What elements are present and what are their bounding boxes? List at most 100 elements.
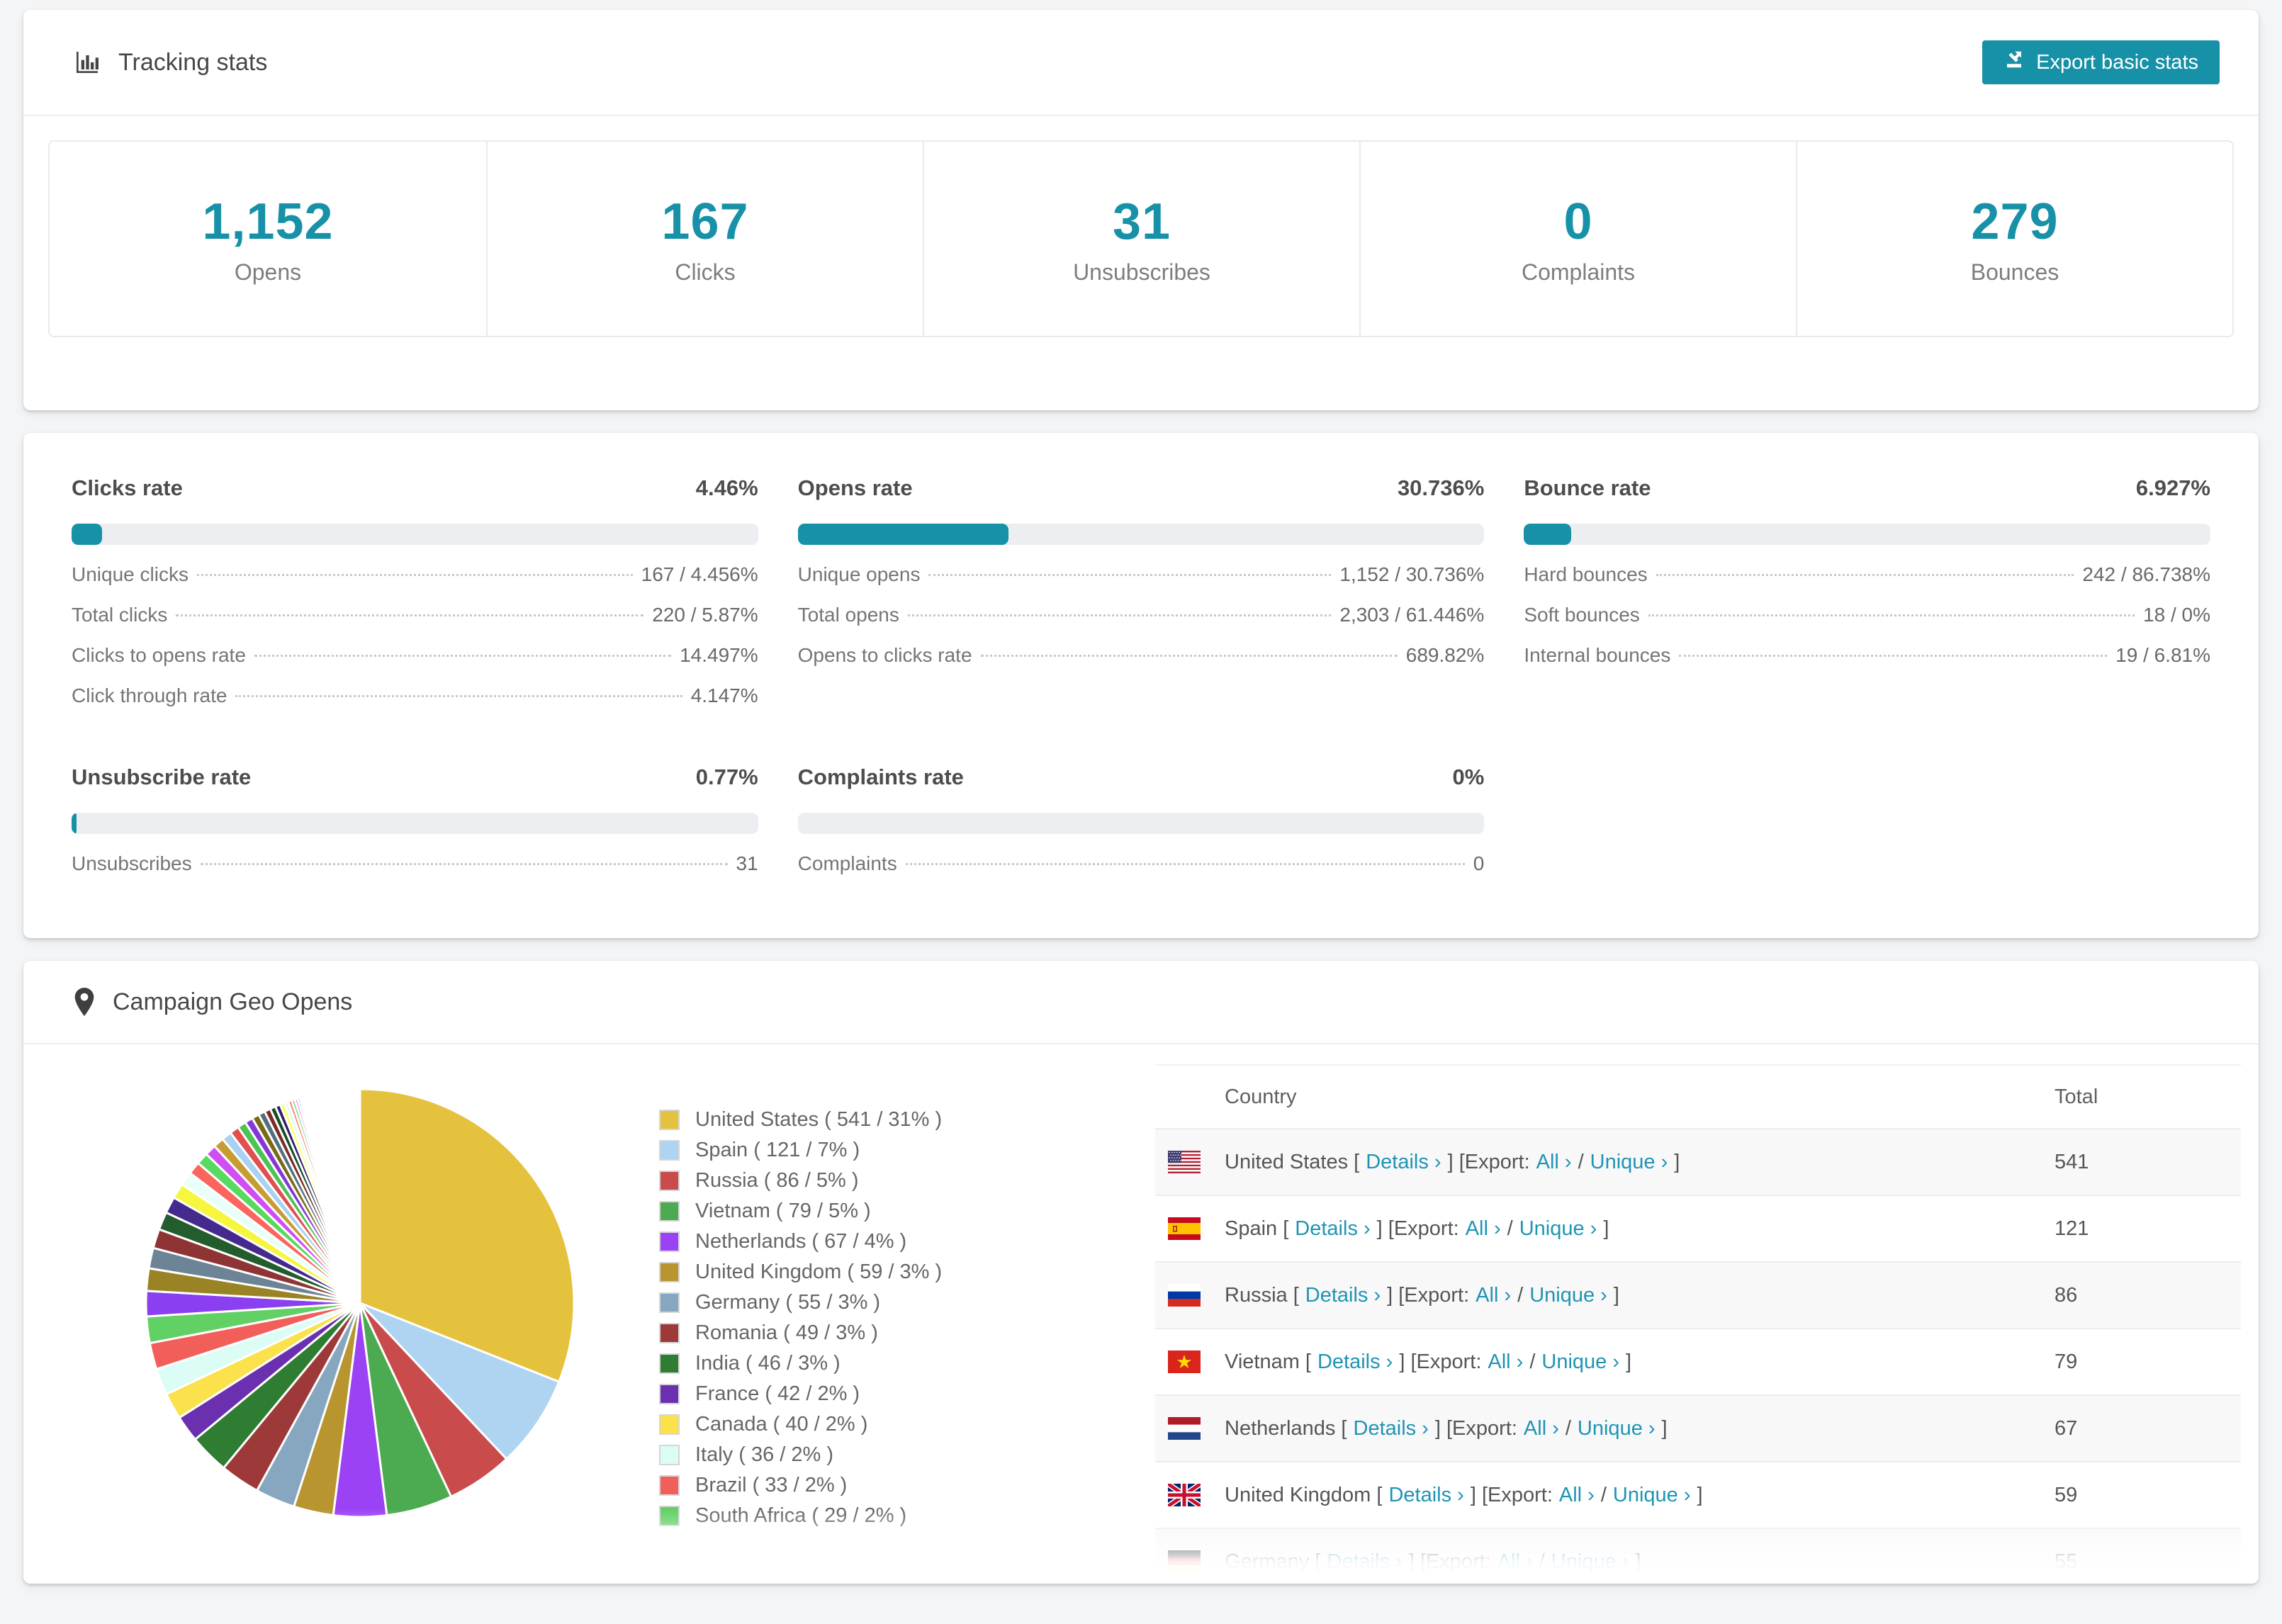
export-unique-link[interactable]: Unique › (1590, 1151, 1668, 1174)
rate-detail-row: Internal bounces 19 / 6.81% (1524, 644, 2210, 684)
details-link[interactable]: Details › (1317, 1350, 1393, 1374)
legend-swatch (659, 1292, 680, 1313)
bar-chart-icon (73, 48, 101, 77)
rate-detail-rows: Unsubscribes 31 (72, 852, 758, 893)
rate-detail-label: Unique opens (797, 563, 921, 585)
export-all-link[interactable]: All › (1524, 1417, 1559, 1440)
rate-progress-fill (72, 813, 77, 834)
table-row-de: Germany [Details ›] [Export: All › / Unique… (1155, 1528, 2241, 1584)
bracket-close: ] (1661, 1416, 1668, 1440)
export-label: ] [Export: (1408, 1550, 1491, 1573)
rate-detail-value: 167 / 4.456% (641, 563, 758, 585)
rate-progress-fill (1524, 524, 1572, 545)
table-row-es: Spain [ Details › ] [Export: All › / Unique ›… (1155, 1195, 2241, 1261)
export-all-link[interactable]: All › (1559, 1484, 1595, 1507)
table-row-gb: United Kingdom [Details ›] [Export: All ›… (1155, 1461, 2241, 1528)
export-label: ] [Export: (1376, 1217, 1459, 1240)
rate-progress-bar (72, 813, 758, 834)
export-unique-link[interactable]: Unique › (1541, 1350, 1619, 1374)
rate-section: Unsubscribe rate 0.77% Unsubscribes 31 (72, 765, 758, 893)
export-unique-link[interactable]: Unique › (1519, 1217, 1597, 1241)
rate-detail-value: 689.82% (1405, 644, 1485, 666)
dotted-leader (905, 863, 1465, 865)
flag-icon-de (1168, 1550, 1201, 1573)
rate-title: Unsubscribe rate (72, 765, 252, 789)
legend-label: Netherlands ( 67 / 4% ) (695, 1230, 907, 1253)
rate-detail-row: Unsubscribes 31 (72, 852, 758, 893)
rate-progress-bar (1524, 524, 2210, 545)
rate-title: Opens rate (797, 475, 913, 500)
legend-swatch (659, 1445, 680, 1465)
details-link[interactable]: Details › (1305, 1284, 1381, 1307)
export-all-link[interactable]: All › (1536, 1151, 1572, 1174)
flag-icon-us (1168, 1151, 1201, 1173)
details-link[interactable]: Details › (1388, 1484, 1463, 1507)
country-cell: Spain [ Details › ] [Export: All › / Unique ›… (1225, 1217, 2055, 1241)
geo-table: Country Total United States [Details ›] [E… (1155, 1064, 2241, 1584)
country-label: United Kingdom [ (1225, 1483, 1383, 1506)
country-label: Spain [ (1225, 1217, 1289, 1240)
legend-label: Romania ( 49 / 3% ) (695, 1321, 878, 1344)
bracket-close: ] (1603, 1217, 1609, 1240)
details-link[interactable]: Details › (1366, 1151, 1441, 1174)
legend-item: France ( 42 / 2% ) (659, 1379, 1113, 1409)
dotted-leader (980, 655, 1398, 657)
export-unique-link[interactable]: Unique › (1613, 1484, 1691, 1507)
details-link[interactable]: Details › (1327, 1550, 1402, 1574)
total-cell: 59 (2055, 1483, 2078, 1506)
flag-icon-ru (1168, 1284, 1201, 1307)
summary-label: Unsubscribes (1073, 259, 1210, 285)
export-all-link[interactable]: All › (1488, 1350, 1523, 1374)
bracket-close: ] (1613, 1283, 1619, 1307)
rate-detail-value: 14.497% (680, 644, 758, 666)
export-icon (2003, 49, 2025, 76)
legend-swatch (659, 1231, 680, 1252)
details-link[interactable]: Details › (1354, 1417, 1429, 1440)
total-cell: 79 (2055, 1350, 2078, 1373)
total-cell: 541 (2055, 1150, 2089, 1173)
export-basic-stats-button[interactable]: Export basic stats (1982, 40, 2220, 84)
flag-icon-vn (1168, 1350, 1201, 1373)
rate-detail-label: Unsubscribes (72, 852, 192, 874)
summary-cell: 279 Bounces (1796, 142, 2232, 336)
export-unique-link[interactable]: Unique › (1529, 1284, 1607, 1307)
export-label: ] [Export: (1434, 1416, 1517, 1440)
tracking-stats-header: Tracking stats Export basic stats (23, 10, 2259, 116)
summary-stats-row: 1,152 Opens 167 Clicks 31 Unsubscribes 0 Compla… (48, 140, 2234, 337)
rate-detail-row: Opens to clicks rate 689.82% (798, 644, 1485, 684)
slash-separator: / (1578, 1150, 1584, 1173)
legend-item: Italy ( 36 / 2% ) (659, 1440, 1113, 1470)
export-all-link[interactable]: All › (1476, 1284, 1511, 1307)
export-unique-link[interactable]: Unique › (1578, 1417, 1656, 1440)
slash-separator: / (1507, 1217, 1513, 1240)
slash-separator: / (1517, 1283, 1524, 1307)
geo-opens-header: Campaign Geo Opens (23, 961, 2259, 1044)
bracket-close: ] (1635, 1550, 1641, 1573)
rate-title-row: Bounce rate 6.927% (1524, 475, 2210, 501)
slash-separator: / (1565, 1416, 1571, 1440)
rate-detail-value: 19 / 6.81% (2115, 644, 2210, 666)
rate-detail-row: Total clicks 220 / 5.87% (72, 604, 758, 644)
dotted-leader (928, 574, 1332, 576)
total-cell: 67 (2055, 1416, 2078, 1440)
export-all-link[interactable]: All › (1497, 1550, 1533, 1574)
export-label: ] [Export: (1447, 1150, 1530, 1173)
geo-pie-chart[interactable] (140, 1083, 580, 1523)
rate-detail-rows: Unique opens 1,152 / 30.736% Total opens 2,… (798, 563, 1485, 684)
legend-item: South Africa ( 29 / 2% ) (659, 1501, 1113, 1531)
export-unique-link[interactable]: Unique › (1551, 1550, 1629, 1574)
country-cell: Vietnam [Details ›] [Export: All › / Unique… (1225, 1350, 2055, 1374)
map-pin-icon (73, 988, 96, 1016)
details-link[interactable]: Details › (1295, 1217, 1370, 1241)
legend-swatch (659, 1140, 680, 1161)
legend-item: United States ( 541 / 31% ) (659, 1105, 1113, 1135)
rate-detail-row: Unique opens 1,152 / 30.736% (798, 563, 1485, 604)
rate-detail-label: Total clicks (72, 604, 168, 626)
rate-section: Bounce rate 6.927% Hard bounces 242 / 86.73… (1524, 475, 2210, 725)
total-cell: 121 (2055, 1217, 2089, 1240)
legend-label: United Kingdom ( 59 / 3% ) (695, 1261, 943, 1283)
geo-opens-title: Campaign Geo Opens (73, 988, 352, 1016)
export-all-link[interactable]: All › (1466, 1217, 1501, 1241)
rate-detail-rows: Complaints 0 (798, 852, 1485, 893)
summary-cell: 1,152 Opens (50, 142, 486, 336)
